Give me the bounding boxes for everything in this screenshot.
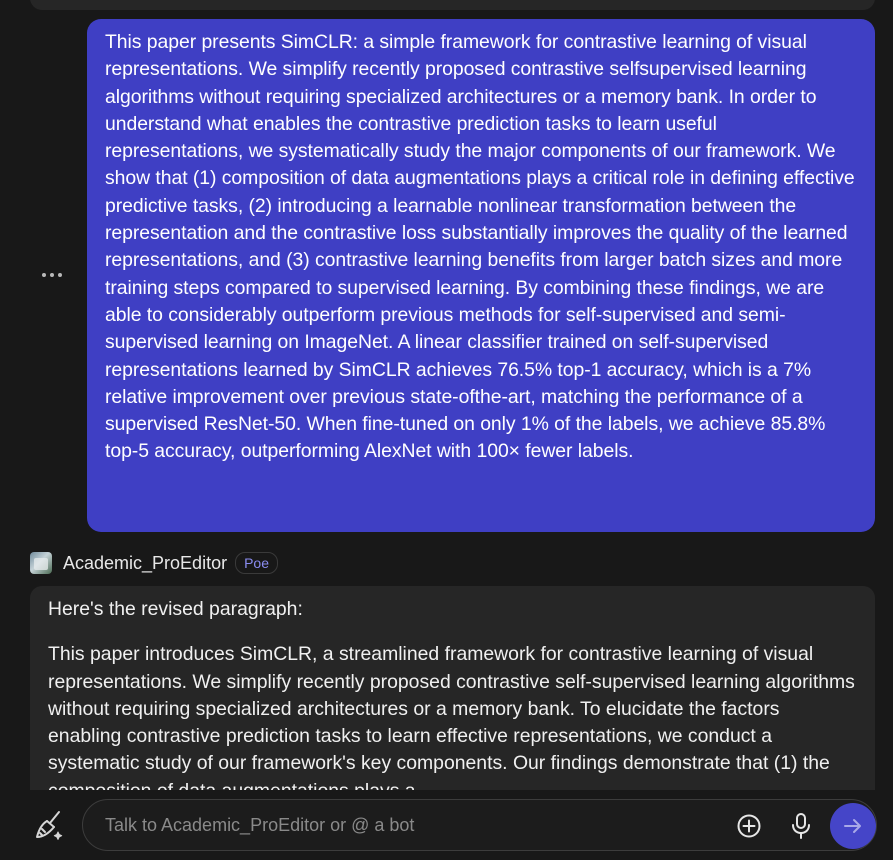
bot-message-intro: Here's the revised paragraph: <box>48 598 303 620</box>
message-input[interactable] <box>105 800 705 850</box>
bot-avatar-image[interactable] <box>30 552 52 574</box>
bot-name[interactable]: Academic_ProEditor <box>63 553 227 574</box>
message-composer <box>0 790 893 860</box>
more-options-icon[interactable] <box>38 267 66 283</box>
send-button[interactable] <box>830 803 876 849</box>
bot-message-bubble: Here's the revised paragraph: This paper… <box>30 586 875 790</box>
bot-message-body: This paper introduces SimCLR, a streamli… <box>48 643 855 790</box>
poe-badge: Poe <box>235 552 278 574</box>
chat-thread: This paper presents SimCLR: a simple fra… <box>0 0 893 790</box>
microphone-icon[interactable] <box>788 811 814 841</box>
message-input-wrapper <box>82 799 877 851</box>
user-message-bubble: This paper presents SimCLR: a simple fra… <box>87 19 875 532</box>
plus-circle-icon[interactable] <box>735 812 763 840</box>
previous-message-bubble <box>30 0 875 10</box>
arrow-right-icon <box>844 819 861 833</box>
bot-header: Academic_ProEditor Poe <box>30 550 278 576</box>
broom-icon[interactable] <box>32 808 68 844</box>
